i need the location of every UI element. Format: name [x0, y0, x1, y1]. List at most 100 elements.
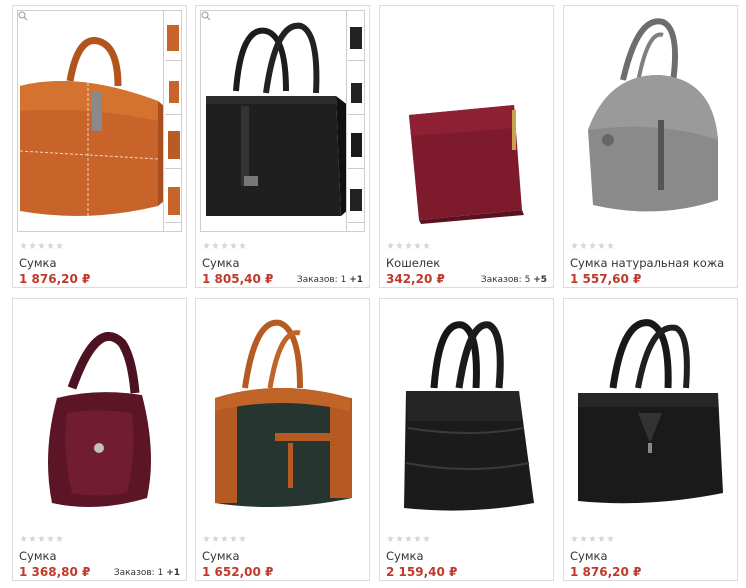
orders-count: Заказов: 5 +5 — [480, 275, 547, 285]
rating-stars — [203, 242, 246, 250]
product-card[interactable]: Сумка 1 652,00 ₽ — [195, 298, 370, 581]
star-empty-icon — [396, 535, 403, 542]
star-empty-icon — [221, 535, 228, 542]
star-empty-icon — [387, 242, 394, 249]
star-empty-icon — [230, 535, 237, 542]
product-price: 342,20 ₽ — [386, 272, 445, 286]
thumbnail[interactable] — [165, 175, 181, 223]
thumbnail[interactable] — [348, 67, 364, 115]
star-empty-icon — [203, 535, 210, 542]
star-empty-icon — [571, 535, 578, 542]
product-card[interactable]: Сумка 1 368,80 ₽ Заказов: 1 +1 — [12, 298, 187, 581]
product-title[interactable]: Сумка натуральная кожа — [570, 256, 724, 270]
star-empty-icon — [580, 535, 587, 542]
star-empty-icon — [221, 242, 228, 249]
product-image[interactable] — [200, 10, 365, 232]
product-title[interactable]: Сумка — [202, 549, 240, 563]
product-image[interactable] — [200, 303, 365, 525]
thumbnail[interactable] — [165, 13, 181, 61]
product-price: 1 876,20 ₽ — [570, 565, 642, 579]
star-empty-icon — [589, 242, 596, 249]
product-price: 1 557,60 ₽ — [570, 272, 642, 286]
product-title[interactable]: Сумка — [19, 549, 57, 563]
star-empty-icon — [239, 242, 246, 249]
star-empty-icon — [56, 242, 63, 249]
star-empty-icon — [405, 242, 412, 249]
orders-count: Заказов: 1 +1 — [296, 275, 363, 285]
rating-stars — [571, 242, 614, 250]
product-card[interactable]: Сумка 2 159,40 ₽ — [379, 298, 554, 581]
product-image[interactable] — [568, 10, 733, 232]
product-card[interactable]: Сумка 1 876,20 ₽ — [12, 5, 187, 288]
product-card[interactable]: Сумка 1 876,20 ₽ — [563, 298, 738, 581]
star-empty-icon — [598, 242, 605, 249]
black-leather-bag-image — [568, 303, 733, 525]
star-empty-icon — [607, 242, 614, 249]
product-image[interactable] — [384, 303, 549, 525]
product-title[interactable]: Сумка — [386, 549, 424, 563]
thumbnail[interactable] — [165, 67, 181, 115]
thumbnail[interactable] — [348, 175, 364, 223]
star-empty-icon — [38, 535, 45, 542]
product-image[interactable] — [384, 10, 549, 232]
star-empty-icon — [20, 242, 27, 249]
star-empty-icon — [47, 242, 54, 249]
star-empty-icon — [20, 535, 27, 542]
star-empty-icon — [47, 535, 54, 542]
star-empty-icon — [414, 242, 421, 249]
thumbnail-strip[interactable] — [163, 11, 181, 231]
star-empty-icon — [405, 535, 412, 542]
product-price: 1 805,40 ₽ — [202, 272, 274, 286]
star-empty-icon — [212, 242, 219, 249]
product-price: 2 159,40 ₽ — [386, 565, 458, 579]
rating-stars — [203, 535, 246, 543]
product-card[interactable]: Кошелек 342,20 ₽ Заказов: 5 +5 — [379, 5, 554, 288]
thumbnail[interactable] — [348, 13, 364, 61]
product-price: 1 652,00 ₽ — [202, 565, 274, 579]
orange-leather-bag-image — [18, 11, 181, 231]
product-card[interactable]: Сумка натуральная кожа 1 557,60 ₽ — [563, 5, 738, 288]
burgundy-wallet-image — [384, 10, 549, 232]
star-empty-icon — [387, 535, 394, 542]
star-empty-icon — [396, 242, 403, 249]
product-price: 1 876,20 ₽ — [19, 272, 91, 286]
star-empty-icon — [423, 242, 430, 249]
product-image[interactable] — [568, 303, 733, 525]
zoom-icon[interactable] — [18, 11, 28, 21]
product-title[interactable]: Сумка — [570, 549, 608, 563]
star-empty-icon — [423, 535, 430, 542]
product-price: 1 368,80 ₽ — [19, 565, 91, 579]
star-empty-icon — [589, 535, 596, 542]
star-empty-icon — [414, 535, 421, 542]
rating-stars — [20, 535, 63, 543]
black-puffer-bag-image — [384, 303, 549, 525]
black-tote-bag-image — [201, 11, 364, 231]
star-empty-icon — [203, 242, 210, 249]
thumbnail[interactable] — [165, 121, 181, 169]
green-brown-bag-image — [200, 303, 365, 525]
rating-stars — [387, 242, 430, 250]
grey-leather-bag-image — [568, 10, 733, 232]
thumbnail[interactable] — [348, 121, 364, 169]
burgundy-hobo-bag-image — [17, 303, 182, 525]
star-empty-icon — [230, 242, 237, 249]
orders-count: Заказов: 1 +1 — [113, 568, 180, 578]
zoom-icon[interactable] — [201, 11, 211, 21]
thumbnail-strip[interactable] — [346, 11, 364, 231]
star-empty-icon — [29, 535, 36, 542]
product-title[interactable]: Сумка — [202, 256, 240, 270]
star-empty-icon — [239, 535, 246, 542]
product-image[interactable] — [17, 303, 182, 525]
rating-stars — [387, 535, 430, 543]
rating-stars — [20, 242, 63, 250]
star-empty-icon — [29, 242, 36, 249]
star-empty-icon — [56, 535, 63, 542]
rating-stars — [571, 535, 614, 543]
product-image[interactable] — [17, 10, 182, 232]
product-title[interactable]: Кошелек — [386, 256, 440, 270]
product-card[interactable]: Сумка 1 805,40 ₽ Заказов: 1 +1 — [195, 5, 370, 288]
star-empty-icon — [212, 535, 219, 542]
star-empty-icon — [571, 242, 578, 249]
star-empty-icon — [38, 242, 45, 249]
product-title[interactable]: Сумка — [19, 256, 57, 270]
